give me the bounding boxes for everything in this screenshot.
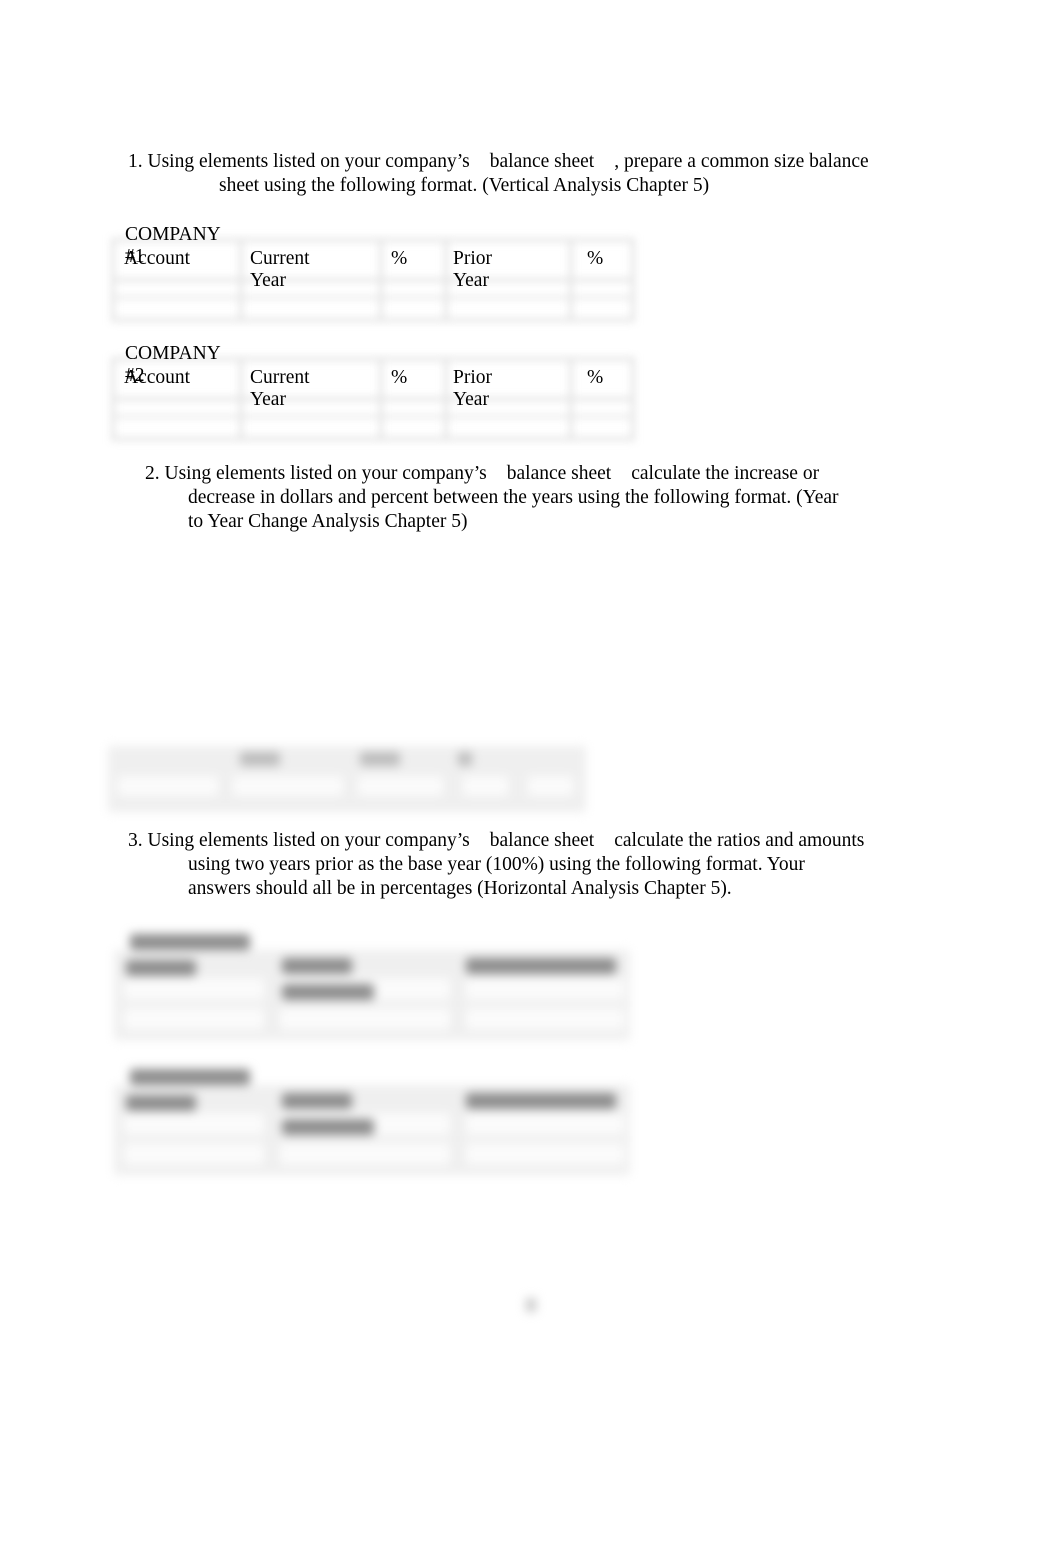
- question-number: 2.: [145, 463, 160, 484]
- page-number-obscured: [524, 1296, 538, 1314]
- question-text: using two years prior as the base year (…: [188, 854, 805, 875]
- column-header: Current Year: [250, 248, 310, 291]
- question-number: 1.: [128, 151, 143, 172]
- question-text: decrease in dollars and percent between …: [188, 487, 839, 508]
- question-3: 3. Using elements listed on your company…: [128, 829, 864, 901]
- question-text: to Year Change Analysis Chapter 5): [188, 511, 468, 532]
- question-text: balance sheet: [489, 830, 595, 851]
- question-text: sheet using the following format. (Verti…: [219, 175, 710, 196]
- question-text: Using elements listed on your company’s: [147, 830, 470, 851]
- column-header: %: [391, 248, 408, 269]
- column-header: Prior Year: [453, 248, 492, 291]
- question-text: , prepare a common size balance: [614, 151, 869, 172]
- year-change-table-obscured: [108, 746, 586, 812]
- column-header: Current Year: [250, 367, 310, 410]
- question-number: 3.: [128, 830, 143, 851]
- column-header: %: [587, 248, 604, 269]
- question-text: Using elements listed on your company’s: [164, 463, 487, 484]
- horizontal-table-1-obscured: [110, 930, 634, 1042]
- question-text: calculate the increase or: [631, 463, 820, 484]
- question-text: calculate the ratios and amounts: [614, 830, 865, 851]
- column-header: Prior Year: [453, 367, 492, 410]
- column-header: Account: [124, 367, 191, 388]
- question-1: 1. Using elements listed on your company…: [128, 150, 869, 198]
- column-header: %: [391, 367, 408, 388]
- question-text: Using elements listed on your company’s: [147, 151, 470, 172]
- column-header: %: [587, 367, 604, 388]
- column-header: Account: [124, 248, 191, 269]
- question-text: balance sheet: [489, 151, 595, 172]
- question-text: balance sheet: [506, 463, 612, 484]
- question-2: 2. Using elements listed on your company…: [145, 462, 839, 534]
- question-text: answers should all be in percentages (Ho…: [188, 878, 732, 899]
- horizontal-table-2-obscured: [110, 1065, 634, 1177]
